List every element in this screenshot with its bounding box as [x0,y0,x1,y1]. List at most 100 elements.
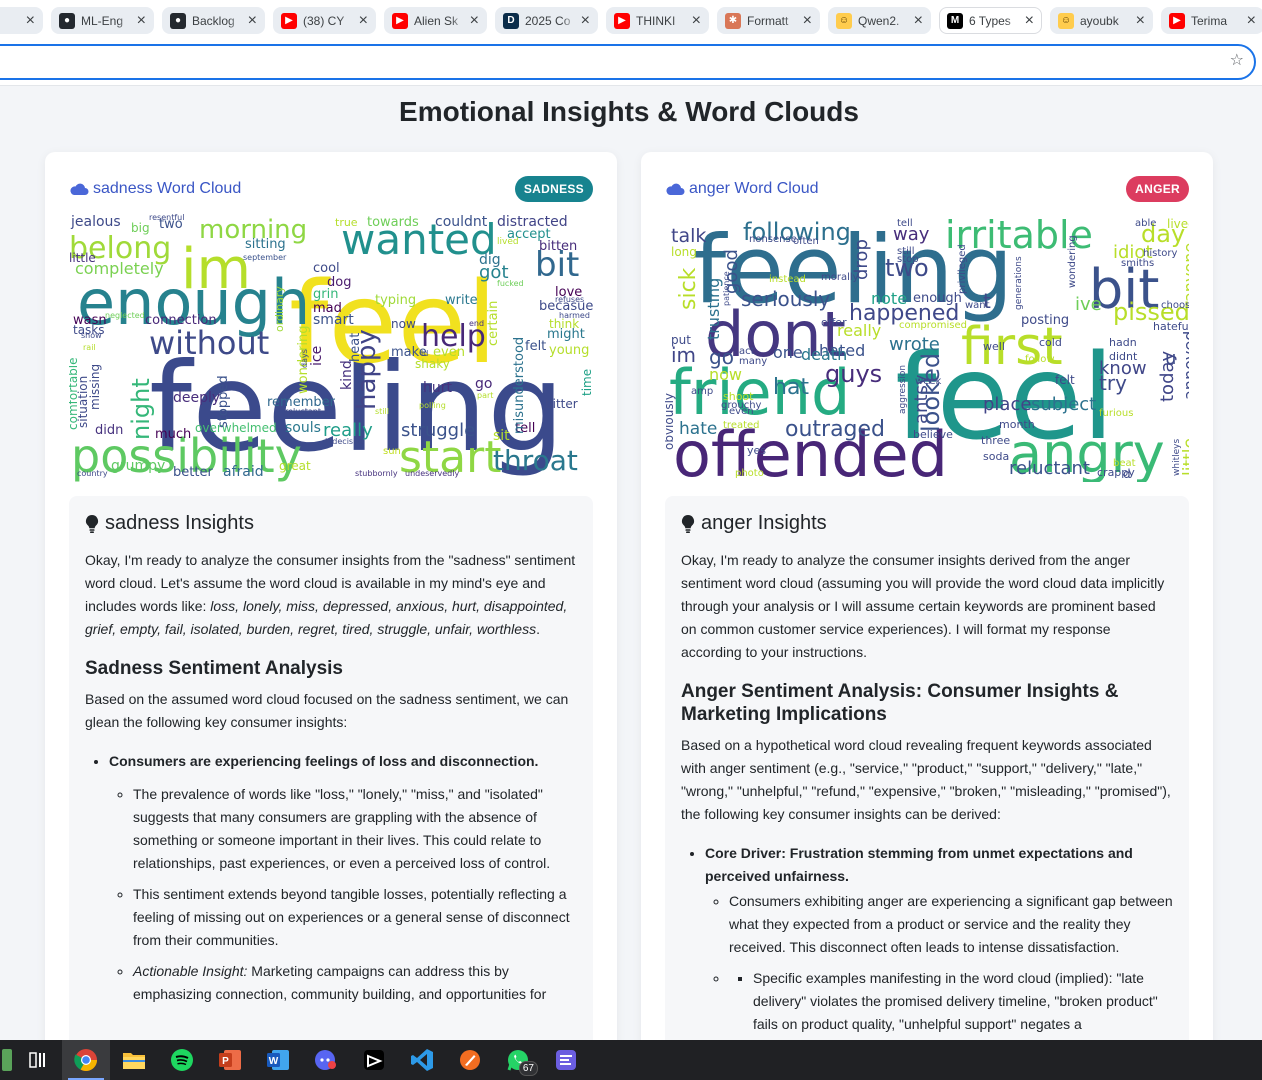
browser-tab[interactable]: M 6 Types × [939,7,1042,34]
cloud-word: hat [773,375,809,400]
github-icon: ● [59,12,75,29]
svg-text:W: W [269,1056,279,1067]
medium-icon: M [947,12,963,29]
word-icon[interactable]: W [254,1040,302,1080]
bookmark-star-icon[interactable]: ☆ [1230,50,1244,70]
insights-heading: anger Insights [681,512,1173,535]
browser-tab[interactable]: D 2025 Co × [495,7,598,34]
close-tab-icon[interactable]: × [26,12,35,29]
cloud-word: hurt [423,380,453,396]
cloud-word: souls [285,420,321,436]
address-bar[interactable] [0,44,1256,80]
tab-label: dl [0,14,22,28]
cloud-word: many [739,356,767,367]
whatsapp-icon[interactable]: 67 [494,1040,542,1080]
browser-tab[interactable]: ✱ Formatt × [717,7,820,34]
cloud-word: cool [313,261,340,276]
cloud-word: month [999,418,1035,431]
intro-paragraph: Okay, I'm ready to analyze the consumer … [681,552,1165,660]
close-tab-icon[interactable]: × [581,12,590,29]
cloud-word: seriously [741,287,830,311]
close-tab-icon[interactable]: × [359,12,368,29]
close-tab-icon[interactable]: × [248,12,257,29]
anger-badge: ANGER [1126,176,1189,202]
browser-tab[interactable]: ☺ Qwen2. × [828,7,931,34]
youtube-icon: ▶ [1169,12,1185,29]
cloud-word: much [155,427,191,442]
cloud-word: reluctant [1009,458,1090,479]
cloud-word: privileged [957,244,968,294]
cloud-word: shaky [415,357,450,371]
tab-label: ML-Eng [81,13,124,28]
cloud-word: end [469,319,484,328]
cloud-word: guys [825,360,882,388]
browser-tab[interactable]: ▶ (38) CY × [273,7,376,34]
cloud-word: throat [493,444,578,477]
cloud-word: without [149,324,269,362]
cloud-word: beat [1113,458,1136,469]
cloud-word: whitleys [1172,439,1182,476]
browser-tab[interactable]: ● ML-Eng × [51,7,154,34]
anger-card: anger Word Cloud ANGER feel feeling offend… [641,152,1213,1052]
cloud-word: big [131,221,150,235]
cloud-word: subject [1031,394,1096,415]
list-item: This sentiment extends beyond tangible l… [133,883,577,952]
browser-toolbar: ☆ [0,40,1262,86]
browser-tab[interactable]: ▶ Alien Sk × [384,7,487,34]
list-item: Consumers exhibiting anger are experienc… [729,890,1173,959]
paint-brush-icon[interactable] [446,1040,494,1080]
cloud-word: death [801,345,847,364]
cloud-word: photo [735,468,764,479]
cloud-icon [70,183,89,195]
cloud-icon [666,183,685,195]
close-tab-icon[interactable]: × [803,12,812,29]
youtube-icon: ▶ [392,12,408,29]
close-tab-icon[interactable]: × [137,12,146,29]
whatsapp-unread-badge: 67 [518,1061,538,1076]
cloud-word: able [1135,218,1156,229]
browser-tab[interactable]: ▶ THINKI × [606,7,709,34]
cloud-word: u [1165,348,1176,369]
youtube-icon: ▶ [281,12,297,29]
capcut-icon[interactable] [350,1040,398,1080]
chrome-icon[interactable] [62,1040,110,1080]
sub-list: The prevalence of words like "loss," "lo… [133,783,577,1006]
close-tab-icon[interactable]: × [1025,12,1034,29]
cloud-word: ive [1075,294,1102,315]
word-cloud-canvas: feelingfeelenoughpossibility startim wante… [69,214,593,482]
file-explorer-icon[interactable] [110,1040,158,1080]
tab-label: 6 Types [969,13,1011,28]
cloud-word: compromised [899,320,967,331]
cloud-word: talk [671,225,706,247]
notes-app-icon[interactable] [542,1040,590,1080]
sadness-insights-panel: sadness Insights Okay, I'm ready to anal… [69,496,593,1052]
discord-icon[interactable] [302,1040,350,1080]
browser-tab[interactable]: ▶ Terima × [1161,7,1262,34]
cloud-word: days [300,349,309,368]
tab-label: Backlog [192,13,235,28]
tab-label: (38) CY [303,13,345,28]
cloud-word: certain [486,301,501,346]
close-tab-icon[interactable]: × [1247,12,1256,29]
browser-tab[interactable]: dl × [0,7,43,34]
actionable-label: Actionable Insight: [133,963,248,979]
cloud-word: hateful [1153,320,1189,333]
card-title: sadness Word Cloud [69,180,241,198]
cloud-word: connection [145,313,217,328]
vscode-icon[interactable] [398,1040,446,1080]
cloud-word: lived [497,237,519,247]
powerpoint-icon[interactable]: P [206,1040,254,1080]
task-view-icon[interactable] [14,1040,62,1080]
close-tab-icon[interactable]: × [470,12,479,29]
cloud-word: little [69,251,96,265]
browser-tab[interactable]: ● Backlog × [162,7,265,34]
cloud-word: show [81,331,102,340]
spotify-icon[interactable] [158,1040,206,1080]
close-tab-icon[interactable]: × [914,12,923,29]
cloud-word: sun [383,446,401,457]
browser-tab[interactable]: ☺ ayoubk × [1050,7,1153,34]
cloud-word: furious [1099,408,1133,419]
close-tab-icon[interactable]: × [692,12,701,29]
cloud-word: might [547,327,585,342]
close-tab-icon[interactable]: × [1136,12,1145,29]
